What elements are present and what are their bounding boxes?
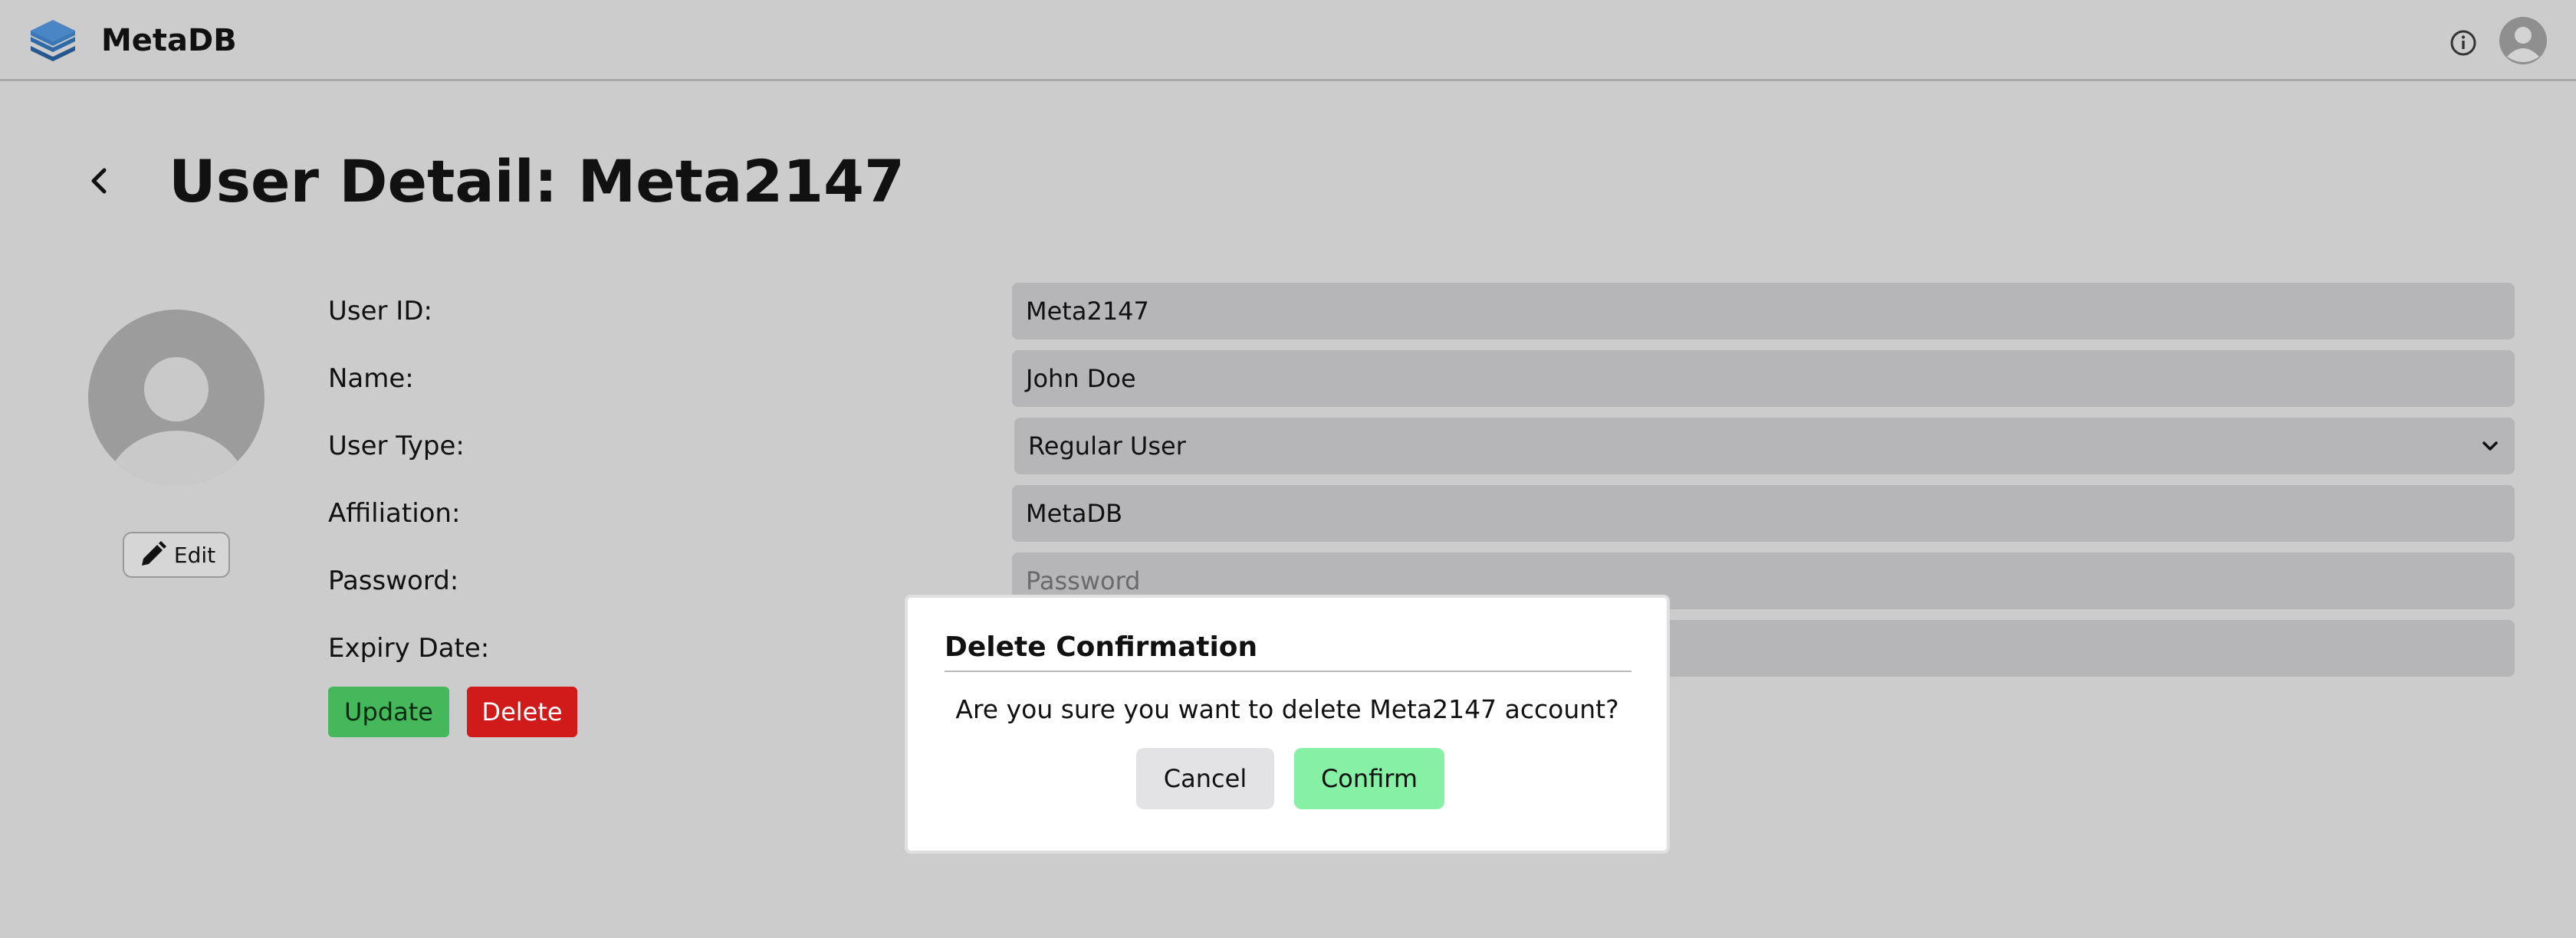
name-value: John Doe: [1026, 364, 1136, 393]
user-id-label: User ID:: [328, 296, 432, 326]
edit-label: Edit: [173, 542, 216, 568]
password-placeholder: Password: [1026, 566, 1141, 595]
delete-button[interactable]: Delete: [467, 687, 577, 737]
pencil-icon: [141, 541, 166, 566]
chevron-left-icon[interactable]: [83, 164, 117, 198]
user-type-value: Regular User: [1028, 431, 1186, 461]
dialog-title: Delete Confirmation: [945, 631, 1631, 672]
user-id-field[interactable]: Meta2147: [1012, 283, 2515, 339]
user-avatar-icon: [88, 310, 264, 486]
name-field[interactable]: John Doe: [1012, 350, 2515, 407]
stacked-layers-icon[interactable]: [28, 17, 78, 67]
info-icon[interactable]: [2450, 29, 2477, 57]
delete-confirmation-dialog: Delete Confirmation Are you sure you wan…: [905, 595, 1670, 854]
user-type-label: User Type:: [328, 431, 465, 461]
update-button[interactable]: Update: [328, 687, 449, 737]
affiliation-label: Affiliation:: [328, 498, 461, 529]
cancel-button[interactable]: Cancel: [1136, 748, 1274, 809]
affiliation-value: MetaDB: [1026, 499, 1123, 528]
chevron-down-icon: [2482, 441, 2498, 451]
confirm-button[interactable]: Confirm: [1294, 748, 1444, 809]
dialog-message: Are you sure you want to delete Meta2147…: [955, 694, 1619, 724]
user-type-select[interactable]: Regular User: [1014, 418, 2515, 474]
name-label: Name:: [328, 363, 414, 394]
password-label: Password:: [328, 566, 459, 596]
expiry-date-label: Expiry Date:: [328, 633, 490, 664]
affiliation-field[interactable]: MetaDB: [1012, 485, 2515, 542]
brand-name[interactable]: MetaDB: [101, 23, 237, 58]
page-title: User Detail: Meta2147: [169, 147, 905, 215]
user-avatar-icon[interactable]: [2499, 17, 2547, 64]
top-bar: MetaDB: [0, 0, 2576, 81]
user-id-value: Meta2147: [1026, 297, 1149, 326]
edit-avatar-button[interactable]: Edit: [123, 532, 230, 578]
